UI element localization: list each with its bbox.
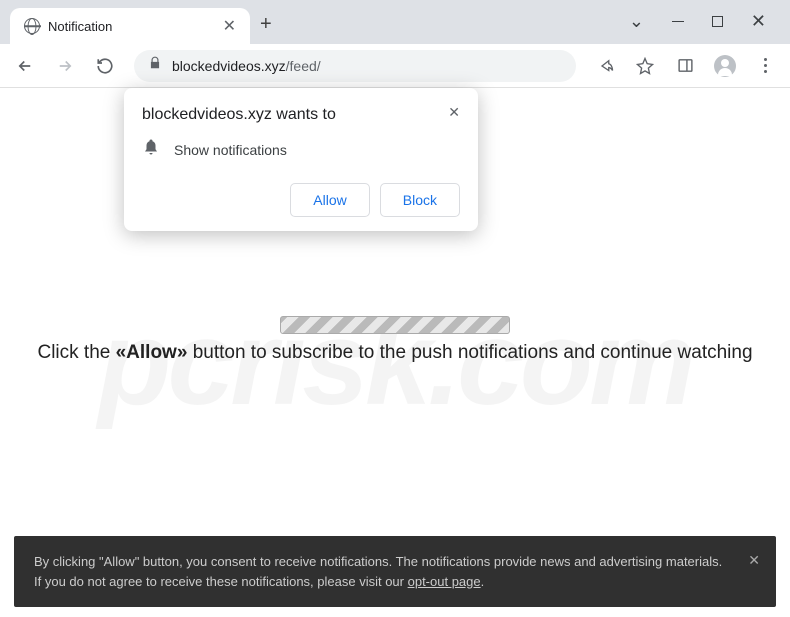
address-bar[interactable]: blockedvideos.xyz/feed/ <box>134 50 576 82</box>
banner-close-icon[interactable]: ✕ <box>748 550 760 571</box>
instruction-text: Click the «Allow» button to subscribe to… <box>0 342 790 364</box>
globe-icon <box>24 18 40 34</box>
side-panel-icon[interactable] <box>668 49 702 83</box>
browser-tab[interactable]: Notification ✕ <box>10 8 250 44</box>
menu-button[interactable] <box>748 49 782 83</box>
consent-banner: By clicking "Allow" button, you consent … <box>14 536 776 607</box>
permission-prompt: ✕ blockedvideos.xyz wants to Show notifi… <box>124 88 478 231</box>
minimize-button[interactable] <box>672 21 684 23</box>
lock-icon <box>148 56 162 75</box>
prompt-title: blockedvideos.xyz wants to <box>142 106 460 124</box>
browser-toolbar: blockedvideos.xyz/feed/ <box>0 44 790 88</box>
forward-button[interactable] <box>48 49 82 83</box>
url-text: blockedvideos.xyz/feed/ <box>172 58 321 74</box>
close-window-button[interactable]: ✕ <box>751 11 766 32</box>
window-titlebar: Notification ✕ + ⌄ ✕ <box>0 0 790 44</box>
block-button[interactable]: Block <box>380 183 460 217</box>
loading-bar <box>280 316 510 334</box>
reload-button[interactable] <box>88 49 122 83</box>
prompt-line: Show notifications <box>174 142 287 158</box>
tab-title: Notification <box>48 19 211 34</box>
prompt-close-icon[interactable]: ✕ <box>444 100 464 125</box>
opt-out-link[interactable]: opt-out page <box>408 574 481 589</box>
share-icon[interactable] <box>588 49 622 83</box>
window-controls: ⌄ ✕ <box>629 11 790 44</box>
bell-icon <box>142 138 160 161</box>
maximize-button[interactable] <box>712 16 723 27</box>
tab-close-icon[interactable]: ✕ <box>219 14 240 38</box>
new-tab-button[interactable]: + <box>260 13 272 36</box>
bookmark-star-icon[interactable] <box>628 49 662 83</box>
back-button[interactable] <box>8 49 42 83</box>
chevron-down-icon[interactable]: ⌄ <box>629 11 644 32</box>
allow-button[interactable]: Allow <box>290 183 369 217</box>
profile-avatar[interactable] <box>708 49 742 83</box>
